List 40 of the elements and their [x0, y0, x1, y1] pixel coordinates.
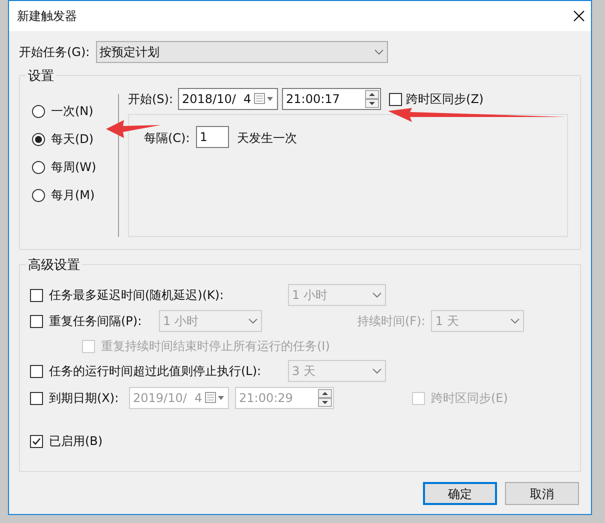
window-title: 新建触发器: [17, 8, 77, 25]
checkbox-label: 到期日期(X):: [49, 390, 119, 407]
radio-label: 每周(W): [51, 159, 96, 176]
field-label: 持续时间(F):: [357, 313, 426, 330]
checkbox-label: 已启用(B): [49, 433, 103, 450]
radio-label: 一次(N): [51, 103, 94, 120]
checkbox[interactable]: [389, 92, 402, 106]
radio-button[interactable]: [32, 188, 45, 202]
chevron-down-icon: [372, 368, 382, 374]
calendar-dropdown-icon: [205, 392, 225, 404]
checkbox-label: 重复持续时间结束时停止所有运行的任务(I): [101, 338, 330, 355]
spinner-icon[interactable]: [365, 90, 380, 108]
chevron-down-icon: [248, 318, 258, 324]
dialog-button[interactable]: 取消: [505, 482, 579, 505]
dropdown[interactable]: 按预定计划: [96, 41, 388, 63]
checkbox-label: 跨时区同步(Z): [406, 91, 484, 108]
radio-label: 每天(D): [51, 131, 94, 148]
time-field[interactable]: 21:00:17: [282, 88, 382, 110]
radio-button[interactable]: [32, 104, 45, 118]
dialog-button[interactable]: 确定: [423, 482, 497, 505]
checkbox-label: 重复任务间隔(P):: [49, 313, 142, 330]
radio-button[interactable]: [32, 132, 45, 146]
close-icon[interactable]: [573, 10, 585, 22]
field-label: 开始(S):: [128, 91, 174, 108]
checkbox[interactable]: [30, 434, 43, 448]
field-label: 开始任务(G):: [19, 44, 90, 61]
checkbox-label: 任务最多延迟时间(随机延迟)(K):: [49, 287, 224, 304]
checkbox-label: 任务的运行时间超过此值则停止执行(L):: [49, 363, 262, 380]
chevron-down-icon: [372, 292, 382, 298]
interval-field[interactable]: 1: [196, 126, 229, 148]
date-field[interactable]: 2018/10/ 4: [178, 88, 278, 110]
field-suffix: 天发生一次: [236, 130, 297, 147]
radio-label: 每月(M): [51, 187, 95, 204]
chevron-down-icon: [510, 318, 520, 324]
checkbox-label: 跨时区同步(E): [431, 390, 508, 407]
field-label: 每隔(C):: [144, 130, 190, 147]
calendar-dropdown-icon: [254, 93, 274, 105]
radio-button[interactable]: [32, 160, 45, 174]
chevron-down-icon: [374, 49, 384, 55]
spinner-icon[interactable]: [318, 389, 332, 407]
